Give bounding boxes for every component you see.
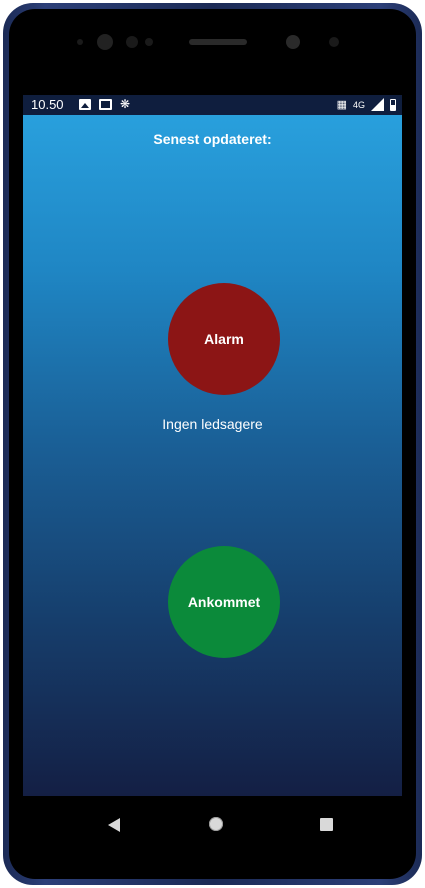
vibrate-icon: ▦ bbox=[336, 98, 347, 111]
sensor-bar bbox=[9, 9, 416, 95]
phone-bezel: 10.50 ❋ ▦ 4G Senest opdateret: Alarm Ing… bbox=[9, 9, 416, 879]
phone-frame: 10.50 ❋ ▦ 4G Senest opdateret: Alarm Ing… bbox=[3, 3, 422, 885]
arrived-button[interactable]: Ankommet bbox=[168, 546, 280, 658]
alarm-button[interactable]: Alarm bbox=[168, 283, 280, 395]
status-bar: 10.50 ❋ ▦ 4G bbox=[23, 95, 402, 115]
last-updated-title: Senest opdateret: bbox=[153, 131, 272, 147]
sensor-dot-icon bbox=[145, 38, 153, 46]
news-icon bbox=[99, 98, 112, 110]
home-icon[interactable] bbox=[209, 817, 223, 831]
sensor-dot-icon bbox=[77, 39, 83, 45]
recents-icon[interactable] bbox=[320, 818, 333, 831]
signal-icon bbox=[371, 98, 384, 111]
status-notification-icons: ❋ bbox=[79, 98, 130, 110]
companions-status-label: Ingen ledsagere bbox=[162, 416, 263, 432]
front-camera-icon bbox=[286, 35, 300, 49]
sensor-dot-icon bbox=[329, 37, 339, 47]
camera-icon bbox=[97, 34, 113, 50]
network-type-label: 4G bbox=[352, 99, 365, 110]
battery-icon bbox=[390, 98, 396, 111]
sensor-dot-icon bbox=[126, 36, 138, 48]
status-time: 10.50 bbox=[31, 97, 64, 112]
speaker-grille bbox=[189, 39, 247, 45]
image-icon bbox=[79, 98, 91, 110]
system-nav-bar bbox=[23, 796, 402, 854]
back-icon[interactable] bbox=[108, 818, 120, 832]
status-system-icons: ▦ 4G bbox=[337, 98, 396, 111]
bird-icon: ❋ bbox=[120, 97, 131, 111]
app-screen: 10.50 ❋ ▦ 4G Senest opdateret: Alarm Ing… bbox=[23, 95, 402, 796]
